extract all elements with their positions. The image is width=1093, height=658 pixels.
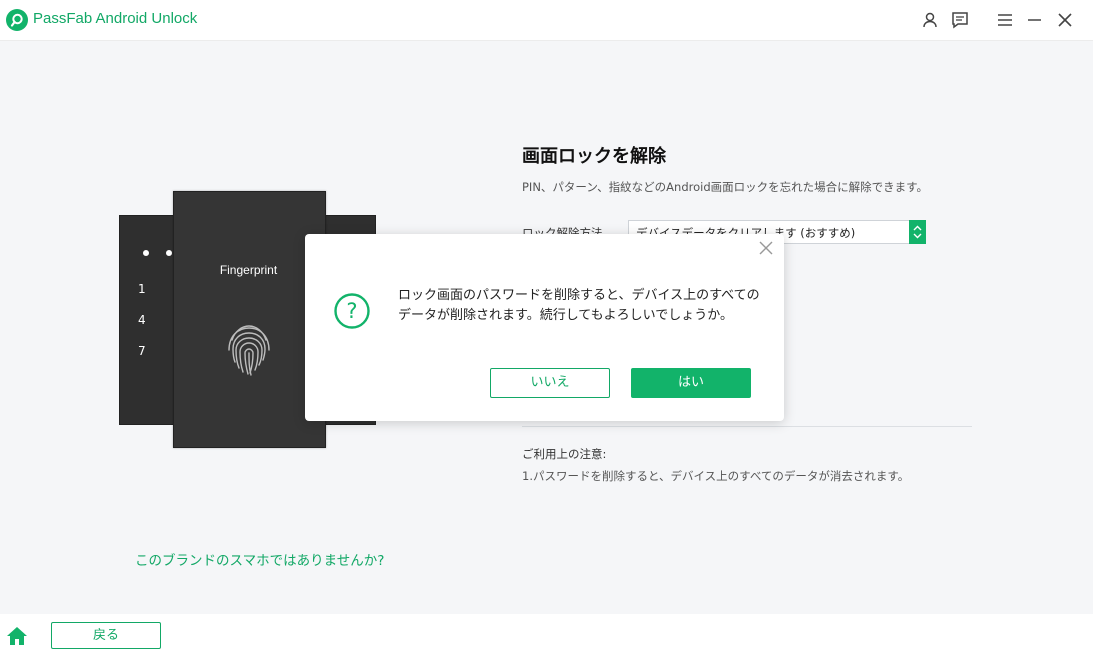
bottom-bar: 戻る (0, 614, 1093, 658)
pin-dot (166, 250, 172, 256)
back-button[interactable]: 戻る (51, 622, 161, 649)
home-icon[interactable] (6, 626, 28, 650)
pin-dot (143, 250, 149, 256)
keypad-number: 7 (138, 344, 146, 358)
confirm-dialog: ? ロック画面のパスワードを削除すると、デバイス上のすべてのデータが削除されます… (305, 234, 784, 421)
keypad-number: 1 (138, 282, 146, 296)
app-title: PassFab Android Unlock (33, 10, 198, 27)
menu-icon[interactable] (996, 11, 1014, 29)
fingerprint-icon (224, 318, 274, 382)
notes-title: ご利用上の注意: (522, 447, 607, 461)
title-bar: PassFab Android Unlock (0, 0, 1093, 41)
dialog-close-icon[interactable] (758, 240, 774, 256)
chevron-updown-icon[interactable] (909, 220, 926, 244)
fingerprint-label: Fingerprint (219, 263, 278, 277)
no-button[interactable]: いいえ (490, 368, 610, 398)
keypad-number: 4 (138, 313, 146, 327)
dialog-message: ロック画面のパスワードを削除すると、デバイス上のすべてのデータが削除されます。続… (398, 288, 760, 323)
close-icon[interactable] (1056, 11, 1074, 29)
minimize-icon[interactable] (1026, 11, 1044, 29)
phone-card-left (119, 215, 179, 425)
question-icon: ? (334, 293, 370, 329)
divider (522, 426, 972, 427)
app-logo-icon (6, 9, 28, 31)
notes-item: 1.パスワードを削除すると、デバイス上のすべてのデータが消去されます。 (522, 469, 910, 483)
feedback-icon[interactable] (951, 11, 969, 29)
svg-text:?: ? (346, 299, 357, 323)
page-description: PIN、パターン、指紋などのAndroid画面ロックを忘れた場合に解除できます。 (522, 180, 928, 194)
yes-button[interactable]: はい (631, 368, 751, 398)
user-icon[interactable] (921, 11, 939, 29)
wrong-brand-link[interactable]: このブランドのスマホではありませんか? (135, 549, 384, 569)
page-title: 画面ロックを解除 (522, 146, 666, 167)
